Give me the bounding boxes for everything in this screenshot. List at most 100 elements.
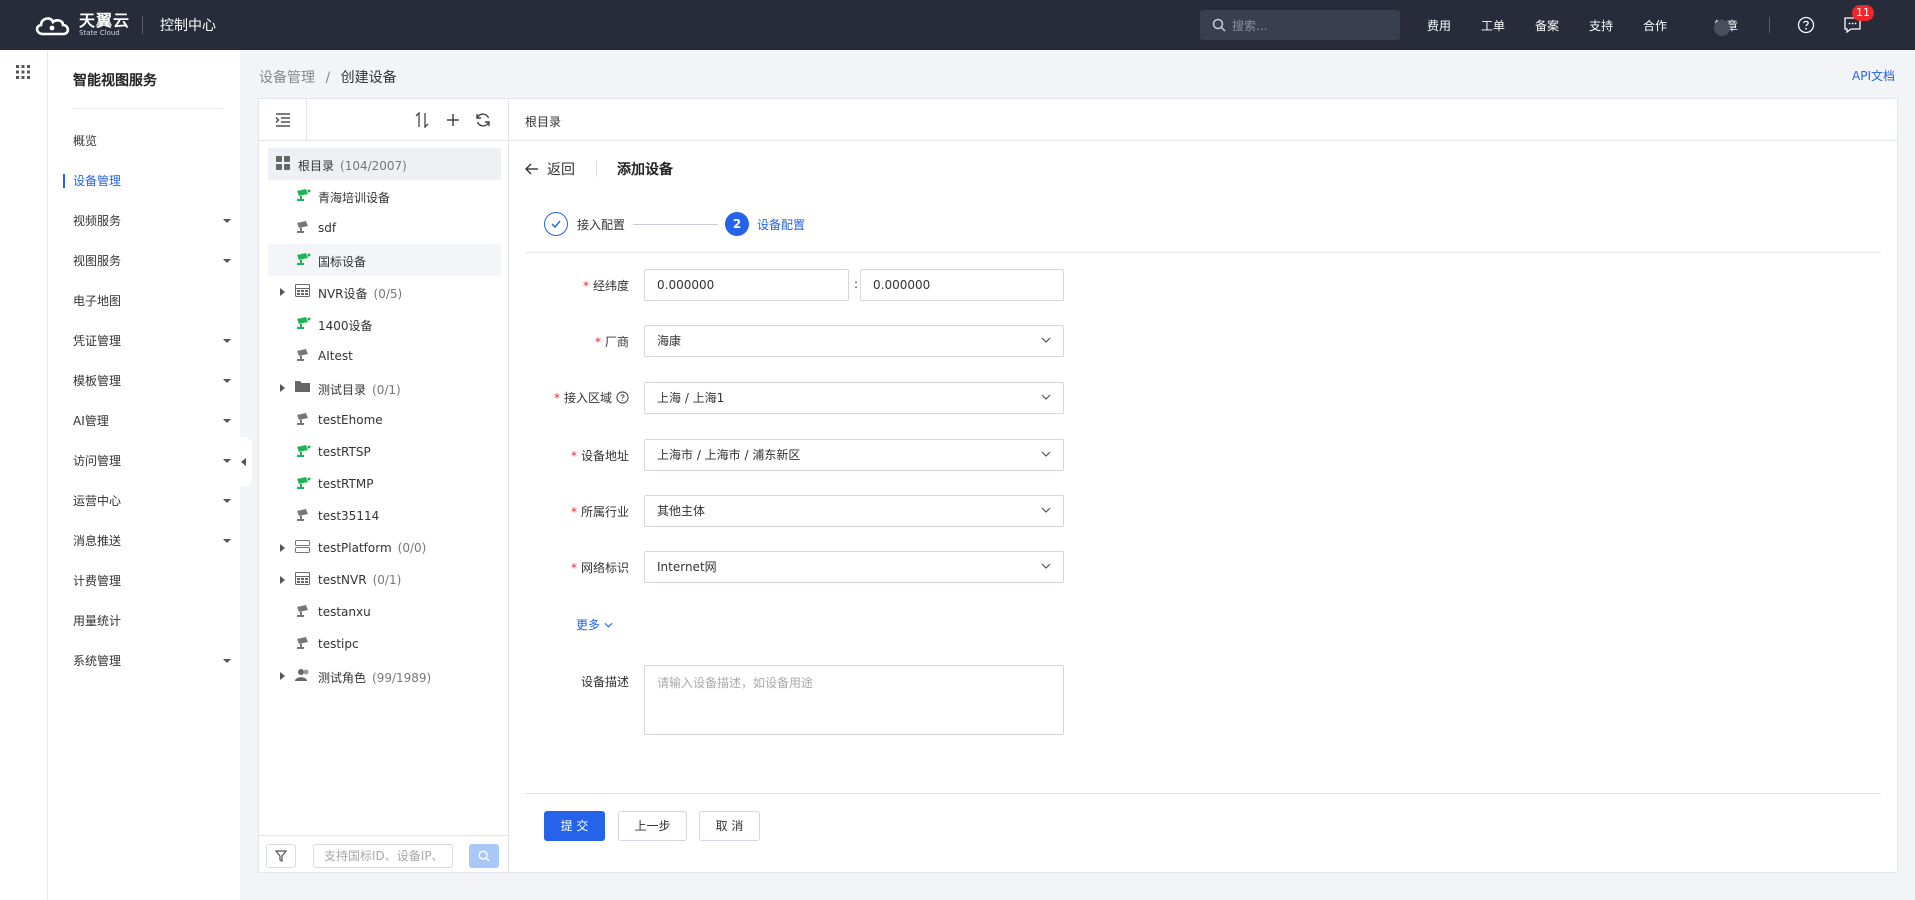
sort-icon[interactable] <box>415 112 429 128</box>
sidebar-item-label: 计费管理 <box>73 574 122 588</box>
caret-down-icon <box>223 459 231 463</box>
sidebar-item[interactable]: 概览 <box>73 130 233 152</box>
global-search-input[interactable]: 搜索... <box>1200 10 1400 40</box>
nav-fees[interactable]: 费用 <box>1427 17 1451 34</box>
back-button[interactable]: 返回 <box>525 159 575 179</box>
sidebar-item[interactable]: AI管理 <box>73 410 233 432</box>
tree-item-label: 国标设备 <box>318 255 367 269</box>
sidebar-item[interactable]: 视图服务 <box>73 250 233 272</box>
nav-cooperation[interactable]: 合作 <box>1643 17 1667 34</box>
question-icon[interactable] <box>616 391 629 404</box>
tree-item-label: testPlatform <box>318 541 392 555</box>
expand-caret-icon[interactable] <box>280 672 285 680</box>
tree-root[interactable]: 根目录 (104/2007) <box>268 148 501 180</box>
camera-online-icon <box>295 444 311 458</box>
tree-item[interactable]: testanxu <box>268 596 501 628</box>
nav-tickets[interactable]: 工单 <box>1481 17 1505 34</box>
tree-item[interactable]: AItest <box>268 340 501 372</box>
expand-caret-icon[interactable] <box>280 384 285 392</box>
previous-step-button[interactable]: 上一步 <box>618 811 687 841</box>
console-link[interactable]: 控制中心 <box>160 15 216 35</box>
side-menu: 智能视图服务 概览设备管理视频服务视图服务电子地图凭证管理模板管理 AI管理访问管… <box>48 50 240 900</box>
brand-logo[interactable]: 天翼云 State Cloud <box>33 13 130 37</box>
filter-button[interactable] <box>266 844 296 868</box>
tree-item[interactable]: 测试角色 (99/1989) <box>268 660 501 692</box>
tree-item[interactable]: sdf <box>268 212 501 244</box>
breadcrumb-parent[interactable]: 设备管理 <box>259 70 315 86</box>
tree-item[interactable]: testNVR (0/1) <box>268 564 501 596</box>
sidebar-item-label: AI管理 <box>73 414 109 428</box>
sidebar-item[interactable]: 电子地图 <box>73 290 233 312</box>
help-icon[interactable] <box>1797 16 1815 34</box>
sidebar-item[interactable]: 访问管理 <box>73 450 233 472</box>
current-path: 根目录 <box>509 99 1897 141</box>
tree-search-button[interactable] <box>469 844 499 868</box>
tree-item[interactable]: testRTMP <box>268 468 501 500</box>
tree-item[interactable]: testipc <box>268 628 501 660</box>
lnglat-label: * 经纬度 <box>582 279 629 293</box>
tree-item-label: 青海培训设备 <box>318 191 391 205</box>
tree-item[interactable]: 测试目录 (0/1) <box>268 372 501 404</box>
network-label: * 网络标识 <box>570 561 629 575</box>
tree-item[interactable]: 国标设备 <box>268 244 501 276</box>
chevron-left-icon <box>241 458 247 466</box>
tree-item-count: (99/1989) <box>372 671 432 685</box>
submit-button[interactable]: 提 交 <box>544 811 605 841</box>
latitude-input[interactable]: 0.000000 <box>860 269 1064 301</box>
desc-label: 设备描述 <box>580 675 629 689</box>
app-grid-icon[interactable] <box>16 65 30 79</box>
chevron-down-icon <box>1041 394 1051 400</box>
sidebar-item[interactable]: 系统管理 <box>73 650 233 672</box>
tree-item-label: 测试角色 <box>318 671 367 685</box>
tree-search-input[interactable]: 支持国标ID、设备IP、 <box>313 844 453 868</box>
nav-filing[interactable]: 备案 <box>1535 17 1559 34</box>
sidebar-item[interactable]: 运营中心 <box>73 490 233 512</box>
industry-select[interactable]: 其他主体 <box>644 495 1064 527</box>
service-title: 智能视图服务 <box>73 73 157 89</box>
sidebar-item[interactable]: 消息推送 <box>73 530 233 552</box>
address-select[interactable]: 上海市 / 上海市 / 浦东新区 <box>644 439 1064 471</box>
tree-item-label: testipc <box>318 637 359 651</box>
vendor-select[interactable]: 海康 <box>644 325 1064 357</box>
region-value: 上海 / 上海1 <box>657 391 725 405</box>
api-doc-link[interactable]: API文档 <box>1852 67 1895 84</box>
tree-item[interactable]: testEhome <box>268 404 501 436</box>
industry-value: 其他主体 <box>657 504 706 518</box>
tree-item-label: AItest <box>318 349 353 363</box>
expand-caret-icon[interactable] <box>280 288 285 296</box>
back-label: 返回 <box>547 162 575 178</box>
longitude-input[interactable]: 0.000000 <box>644 269 849 301</box>
network-select[interactable]: Internet网 <box>644 551 1064 583</box>
tree-item[interactable]: NVR设备 (0/5) <box>268 276 501 308</box>
avatar[interactable] <box>1714 20 1730 36</box>
cancel-button[interactable]: 取 消 <box>699 811 760 841</box>
more-toggle[interactable]: 更多 <box>576 616 613 633</box>
tree-item-label: 1400设备 <box>318 319 373 333</box>
tree-item[interactable]: test35114 <box>268 500 501 532</box>
sidebar-item[interactable]: 凭证管理 <box>73 330 233 352</box>
tree-item[interactable]: 1400设备 <box>268 308 501 340</box>
expand-caret-icon[interactable] <box>280 544 285 552</box>
caret-down-icon <box>223 659 231 663</box>
breadcrumb-current: 创建设备 <box>340 70 397 86</box>
sidebar-item[interactable]: 模板管理 <box>73 370 233 392</box>
tree-item-count: (0/1) <box>372 383 401 397</box>
collapse-sidebar-button[interactable] <box>236 437 252 487</box>
tree-toggle-button[interactable] <box>259 99 307 140</box>
tree-item[interactable]: 青海培训设备 <box>268 180 501 212</box>
add-icon[interactable] <box>445 112 461 128</box>
sidebar-item[interactable]: 设备管理 <box>73 170 233 192</box>
caret-down-icon <box>223 259 231 263</box>
description-textarea[interactable]: 请输入设备描述，如设备用途 <box>644 665 1064 735</box>
nav-support[interactable]: 支持 <box>1589 17 1613 34</box>
tree-item[interactable]: testPlatform (0/0) <box>268 532 501 564</box>
sidebar-item-label: 模板管理 <box>73 374 122 388</box>
expand-caret-icon[interactable] <box>280 576 285 584</box>
tree-item-label: NVR设备 <box>318 287 368 301</box>
sidebar-item[interactable]: 用量统计 <box>73 610 233 632</box>
sidebar-item[interactable]: 计费管理 <box>73 570 233 592</box>
sidebar-item[interactable]: 视频服务 <box>73 210 233 232</box>
tree-item[interactable]: testRTSP <box>268 436 501 468</box>
refresh-icon[interactable] <box>475 112 491 128</box>
region-select[interactable]: 上海 / 上海1 <box>644 382 1064 414</box>
